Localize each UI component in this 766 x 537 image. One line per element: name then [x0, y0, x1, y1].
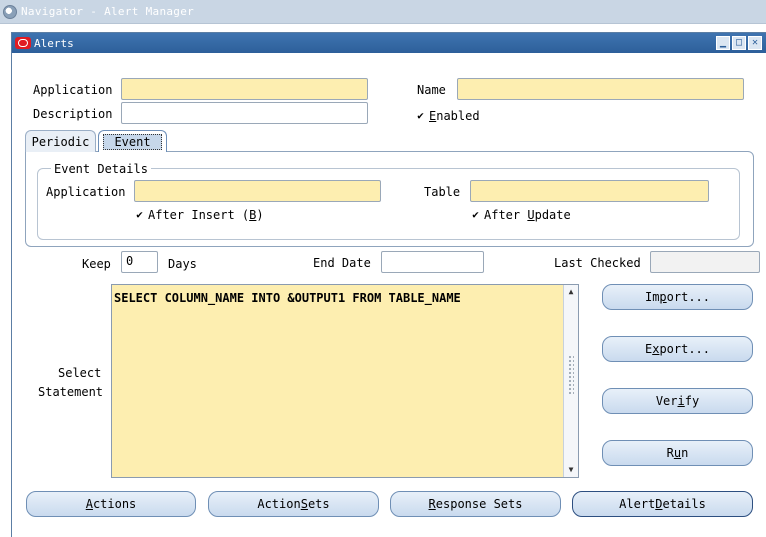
export-button[interactable]: Ex port...	[602, 336, 753, 362]
scroll-down-icon[interactable]: ▼	[564, 463, 578, 477]
select-statement-textarea[interactable]: SELECT COLUMN_NAME INTO &OUTPUT1 FROM TA…	[111, 284, 579, 478]
alert-details-button[interactable]: Alert Details	[572, 491, 753, 517]
run-button[interactable]: Run	[602, 440, 753, 466]
maximize-icon[interactable]: □	[732, 36, 746, 50]
tab-event[interactable]: Event	[98, 130, 167, 152]
window-controls: ▁ □ ✕	[716, 36, 762, 50]
keep-label: Keep	[82, 257, 111, 271]
tab-periodic[interactable]: Periodic	[25, 130, 96, 152]
last-checked-label: Last Checked	[554, 256, 641, 270]
response-sets-button[interactable]: Response Sets	[390, 491, 561, 517]
select-statement-label-2: Statement	[38, 385, 104, 399]
scroll-grip-icon[interactable]	[568, 355, 574, 395]
description-label: Description	[33, 107, 113, 121]
table-field[interactable]	[470, 180, 709, 202]
name-field[interactable]	[457, 78, 744, 100]
end-date-label: End Date	[313, 256, 371, 270]
select-statement-text: SELECT COLUMN_NAME INTO &OUTPUT1 FROM TA…	[114, 291, 461, 305]
keep-days-field[interactable]: 0	[121, 251, 158, 273]
navigator-title: Navigator - Alert Manager	[21, 5, 195, 18]
app-logo-icon	[3, 4, 17, 19]
check-icon: ✔	[136, 208, 143, 221]
name-label: Name	[417, 83, 446, 97]
days-label: Days	[168, 257, 197, 271]
after-insert-label: After Insert (B)	[148, 208, 264, 222]
description-field[interactable]	[121, 102, 368, 124]
close-icon[interactable]: ✕	[748, 36, 762, 50]
alerts-window-title-bar[interactable]: Alerts ▁ □ ✕	[12, 33, 766, 53]
after-update-checkbox[interactable]: ✔ After Update	[470, 208, 571, 222]
table-label: Table	[424, 185, 461, 199]
minimize-icon[interactable]: ▁	[716, 36, 730, 50]
scroll-up-icon[interactable]: ▲	[564, 285, 578, 299]
event-details-group	[37, 168, 740, 240]
enabled-checkbox[interactable]: ✔ Enabled	[415, 109, 480, 123]
application-field[interactable]	[121, 78, 368, 100]
last-checked-field	[650, 251, 760, 273]
enabled-label: Enabled	[429, 109, 480, 123]
verify-button[interactable]: Ver i fy	[602, 388, 753, 414]
alerts-window: Alerts ▁ □ ✕ Application Name Descriptio…	[11, 32, 766, 537]
event-application-label: Application	[46, 185, 126, 199]
event-details-legend: Event Details	[51, 162, 151, 176]
import-button[interactable]: Im p ort...	[602, 284, 753, 310]
statement-scrollbar[interactable]: ▲ ▼	[563, 285, 578, 477]
navigator-title-bar: Navigator - Alert Manager	[0, 0, 766, 24]
event-application-field[interactable]	[134, 180, 381, 202]
after-update-label: After Update	[484, 208, 571, 222]
end-date-field[interactable]	[381, 251, 484, 273]
window-title: Alerts	[34, 36, 74, 50]
after-insert-checkbox[interactable]: ✔ After Insert (B)	[134, 208, 264, 222]
check-icon: ✔	[417, 109, 424, 122]
action-sets-button[interactable]: Action Sets	[208, 491, 379, 517]
oracle-icon	[15, 37, 31, 49]
select-statement-label-1: Select	[58, 366, 102, 380]
application-label: Application	[33, 83, 113, 97]
check-icon: ✔	[472, 208, 479, 221]
actions-button[interactable]: Actions	[26, 491, 196, 517]
